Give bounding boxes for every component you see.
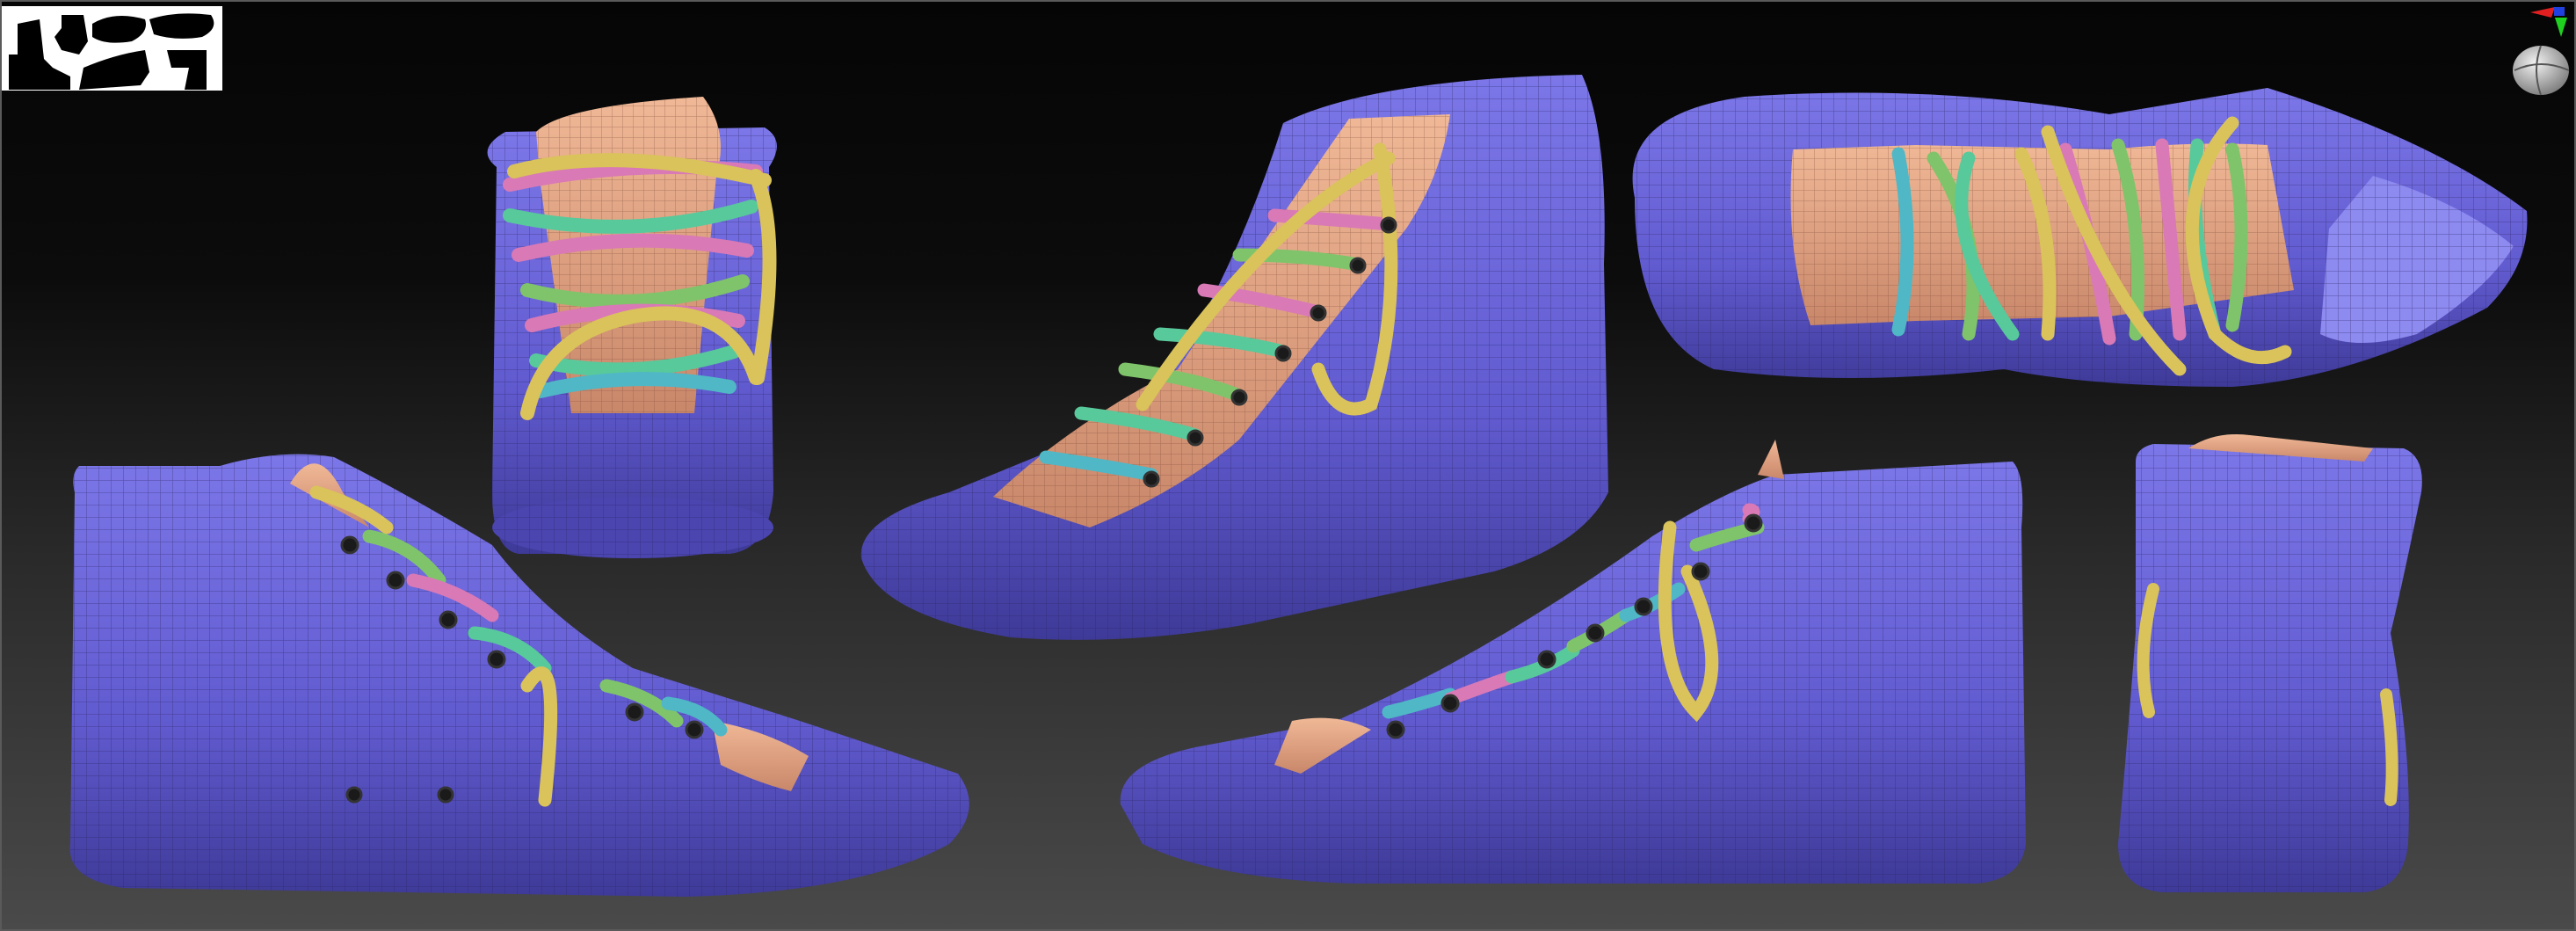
axis-gyro-icon[interactable] xyxy=(2471,0,2576,105)
axis-gyro-graphic xyxy=(2513,7,2570,96)
shoe-top-view[interactable] xyxy=(1632,88,2528,387)
shoe-three-quarter-view[interactable] xyxy=(860,75,1608,640)
shoe-front-view[interactable] xyxy=(487,97,777,558)
3d-sculpt-viewport[interactable] xyxy=(0,0,2576,931)
model-thumbnail-silhouettes xyxy=(9,13,214,90)
scene-canvas xyxy=(69,75,2528,897)
model-thumbnail-icon[interactable] xyxy=(0,6,222,91)
shoe-back-view[interactable] xyxy=(2118,434,2422,892)
